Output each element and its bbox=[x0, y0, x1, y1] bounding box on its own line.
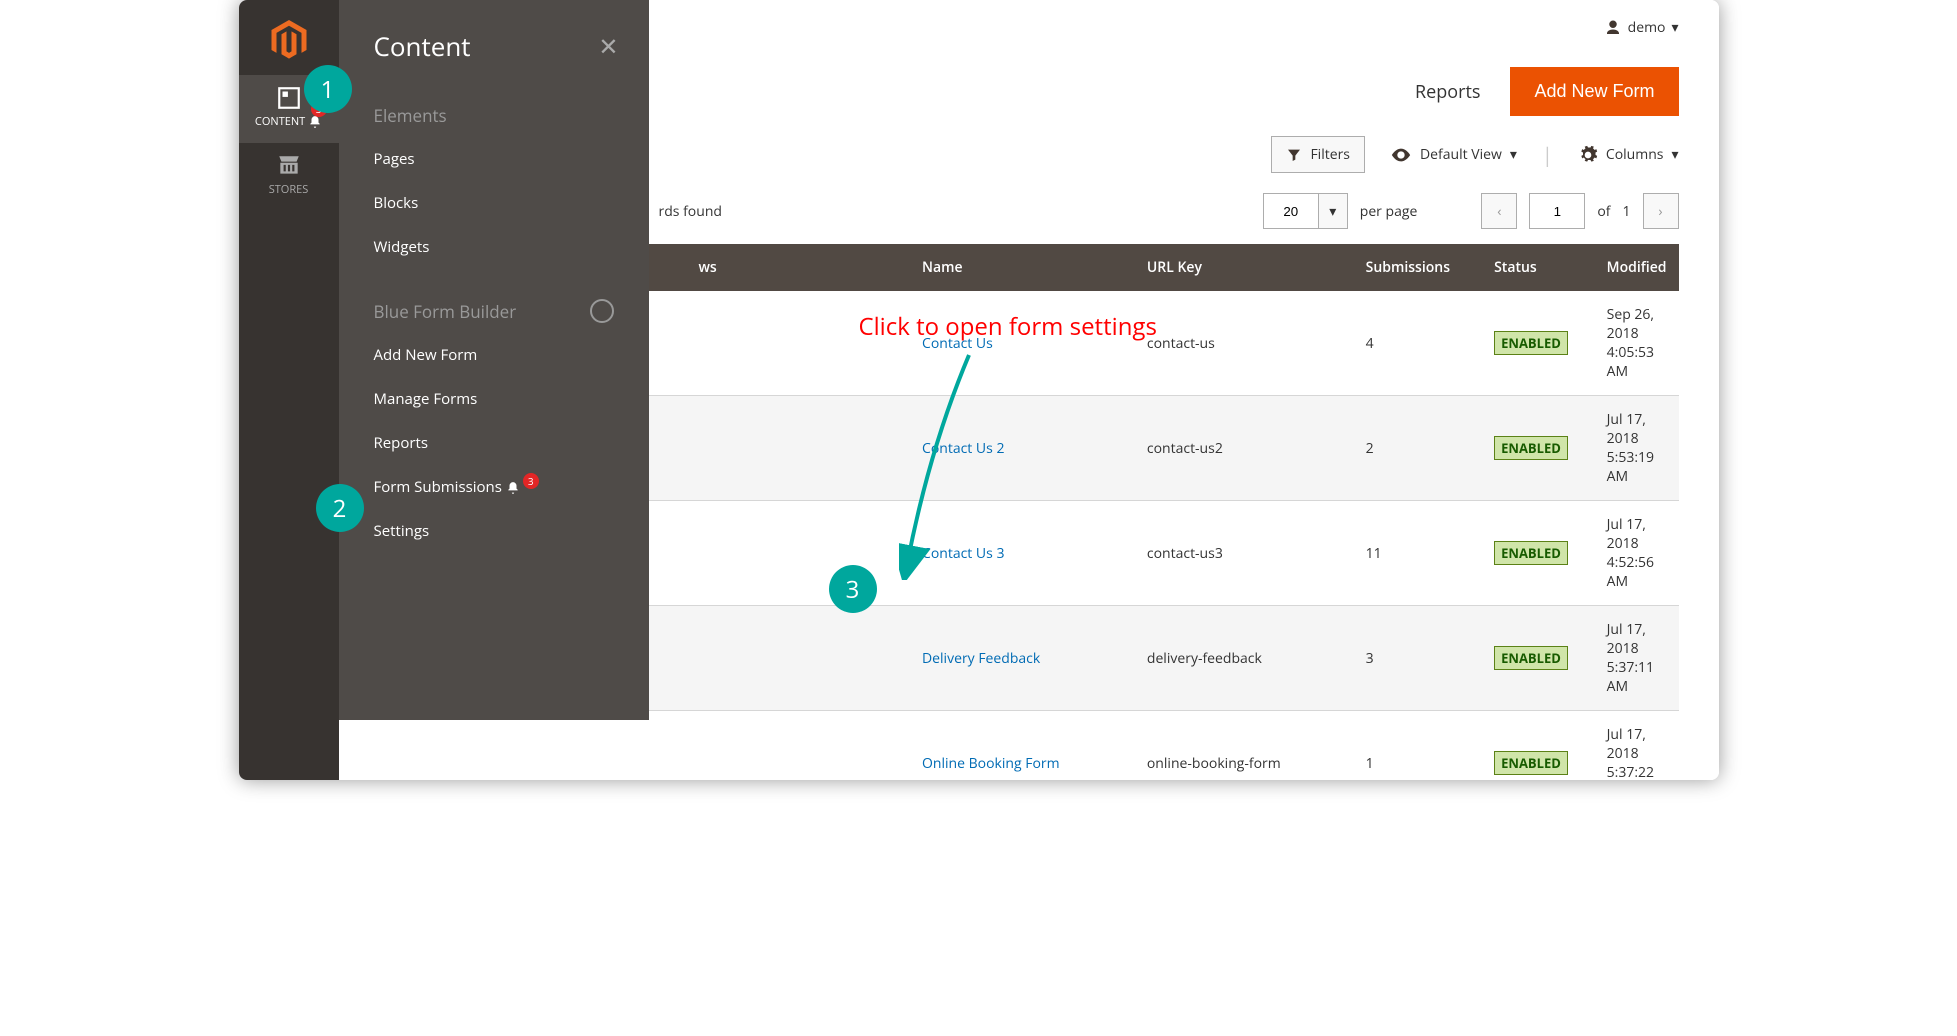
notification-badge: 3 bbox=[523, 473, 539, 489]
callout-3: 3 bbox=[829, 565, 877, 613]
add-new-form-button[interactable]: Add New Form bbox=[1510, 67, 1678, 116]
col-modified[interactable]: Modified bbox=[1595, 244, 1679, 291]
user-icon bbox=[1604, 19, 1622, 37]
status-badge: ENABLED bbox=[1494, 751, 1568, 775]
flyout-item-widgets[interactable]: Widgets bbox=[339, 225, 649, 269]
callout-1: 1 bbox=[304, 65, 352, 113]
stores-icon bbox=[276, 153, 302, 179]
flyout-item-manageforms[interactable]: Manage Forms bbox=[339, 377, 649, 421]
sidebar-item-label: STORES bbox=[269, 182, 309, 197]
columns-control[interactable]: Columns ▾ bbox=[1578, 145, 1679, 165]
prev-page-button[interactable]: ‹ bbox=[1481, 193, 1517, 229]
col-submissions[interactable]: Submissions bbox=[1354, 244, 1482, 291]
cell-urlkey: contact-us2 bbox=[1135, 396, 1354, 501]
status-badge: ENABLED bbox=[1494, 541, 1568, 565]
cell-modified: Jul 17, 2018 5:37:22 AM bbox=[1595, 711, 1679, 781]
admin-sidebar: CONTENT 3 STORES bbox=[239, 0, 339, 780]
per-page-input[interactable] bbox=[1263, 193, 1319, 229]
flyout-item-formsubmissions[interactable]: Form Submissions 3 bbox=[339, 465, 649, 509]
flyout-item-reports[interactable]: Reports bbox=[339, 421, 649, 465]
total-pages: 1 bbox=[1622, 202, 1630, 221]
cell-modified: Jul 17, 2018 5:37:11 AM bbox=[1595, 606, 1679, 711]
chevron-down-icon[interactable]: ▾ bbox=[1319, 193, 1348, 229]
status-badge: ENABLED bbox=[1494, 646, 1568, 670]
records-found-text: rds found bbox=[659, 202, 722, 221]
eye-icon bbox=[1390, 144, 1412, 166]
current-page-input[interactable] bbox=[1529, 193, 1585, 229]
flyout-section-blueformbuilder: Blue Form Builder bbox=[339, 269, 649, 333]
reports-link[interactable]: Reports bbox=[1415, 80, 1480, 104]
user-name: demo bbox=[1628, 18, 1666, 37]
form-name-link[interactable]: Online Booking Form bbox=[922, 754, 1060, 773]
chevron-down-icon: ▾ bbox=[1671, 145, 1678, 164]
flyout-item-settings[interactable]: Settings bbox=[339, 509, 649, 553]
sidebar-item-label: CONTENT bbox=[255, 114, 305, 129]
cell-submissions: 11 bbox=[1354, 501, 1482, 606]
content-icon bbox=[276, 85, 302, 111]
sidebar-item-stores[interactable]: STORES bbox=[239, 143, 339, 211]
status-badge: ENABLED bbox=[1494, 331, 1568, 355]
cell-urlkey: contact-us3 bbox=[1135, 501, 1354, 606]
filters-button[interactable]: Filters bbox=[1271, 136, 1365, 173]
flyout-item-blocks[interactable]: Blocks bbox=[339, 181, 649, 225]
flyout-section-elements: Elements bbox=[339, 74, 649, 137]
cell-submissions: 2 bbox=[1354, 396, 1482, 501]
form-name-link[interactable]: Contact Us 3 bbox=[922, 544, 1004, 563]
user-dropdown[interactable]: demo ▾ bbox=[1604, 18, 1679, 37]
col-status[interactable]: Status bbox=[1482, 244, 1595, 291]
cell-submissions: 4 bbox=[1354, 291, 1482, 396]
close-icon[interactable]: ✕ bbox=[598, 30, 618, 63]
cell-urlkey: contact-us bbox=[1135, 291, 1354, 396]
chevron-down-icon: ▾ bbox=[1671, 18, 1678, 37]
magento-logo bbox=[239, 0, 339, 75]
status-badge: ENABLED bbox=[1494, 436, 1568, 460]
cell-urlkey: online-booking-form bbox=[1135, 711, 1354, 781]
funnel-icon bbox=[1286, 147, 1302, 163]
flyout-item-addnewform[interactable]: Add New Form bbox=[339, 333, 649, 377]
cell-submissions: 1 bbox=[1354, 711, 1482, 781]
per-page-label: per page bbox=[1360, 202, 1418, 221]
of-label: of bbox=[1597, 202, 1610, 221]
bell-icon bbox=[506, 477, 520, 497]
chevron-down-icon: ▾ bbox=[1510, 145, 1517, 164]
form-name-link[interactable]: Contact Us 2 bbox=[922, 439, 1004, 458]
next-page-button[interactable]: › bbox=[1643, 193, 1679, 229]
cell-urlkey: delivery-feedback bbox=[1135, 606, 1354, 711]
separator: | bbox=[1542, 141, 1553, 168]
cell-modified: Jul 17, 2018 5:53:19 AM bbox=[1595, 396, 1679, 501]
col-urlkey[interactable]: URL Key bbox=[1135, 244, 1354, 291]
cell-submissions: 3 bbox=[1354, 606, 1482, 711]
annotation-text: Click to open form settings bbox=[859, 310, 1157, 343]
table-row[interactable]: Online Booking Form online-booking-form … bbox=[379, 711, 1679, 781]
gear-icon bbox=[1578, 145, 1598, 165]
content-flyout: Content ✕ Elements Pages Blocks Widgets … bbox=[339, 0, 649, 720]
col-name[interactable]: Name bbox=[910, 244, 1135, 291]
flyout-title: Content bbox=[374, 28, 471, 64]
cell-modified: Jul 17, 2018 4:52:56 AM bbox=[1595, 501, 1679, 606]
circle-icon bbox=[590, 299, 614, 323]
flyout-item-pages[interactable]: Pages bbox=[339, 137, 649, 181]
form-name-link[interactable]: Delivery Feedback bbox=[922, 649, 1040, 668]
per-page-select[interactable]: ▾ bbox=[1263, 193, 1348, 229]
cell-modified: Sep 26, 2018 4:05:53 AM bbox=[1595, 291, 1679, 396]
default-view-control[interactable]: Default View ▾ bbox=[1390, 144, 1517, 166]
callout-2: 2 bbox=[316, 484, 364, 532]
